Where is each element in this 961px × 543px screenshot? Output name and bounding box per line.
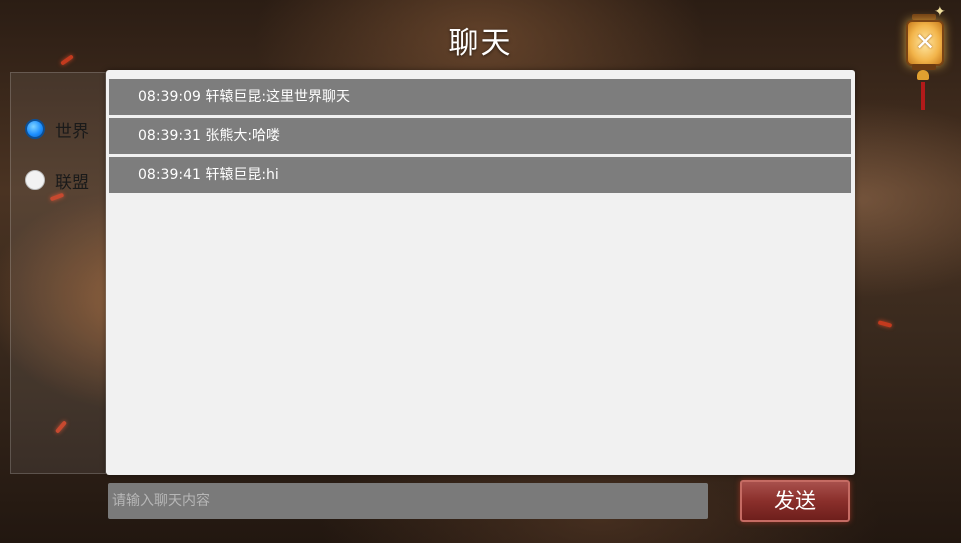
lantern-close-icon: ✕ <box>906 20 944 66</box>
tab-world[interactable]: 世界 <box>25 116 89 142</box>
chat-input[interactable] <box>108 483 708 519</box>
radio-unselected-icon <box>25 170 45 190</box>
channel-tabs: 世界 联盟 <box>10 72 106 474</box>
radio-selected-icon <box>25 119 45 139</box>
chat-message-list[interactable]: 08:39:09 轩辕巨昆:这里世界聊天 08:39:31 张熊大:哈喽 08:… <box>106 70 855 475</box>
tab-label: 世界 <box>55 121 89 142</box>
ember-decoration <box>877 320 893 328</box>
send-button[interactable]: 发送 <box>740 480 850 522</box>
tab-label: 联盟 <box>55 172 89 193</box>
chat-window: 聊天 ✦ ✕ 世界 联盟 08:39:09 轩辕巨昆:这里世界聊天 08:39:… <box>0 0 961 543</box>
page-title: 聊天 <box>448 26 513 61</box>
chat-message: 08:39:41 轩辕巨昆:hi <box>109 157 851 193</box>
tab-alliance[interactable]: 联盟 <box>25 167 89 193</box>
chat-message: 08:39:31 张熊大:哈喽 <box>109 118 851 154</box>
tassel-decoration <box>921 82 925 110</box>
close-icon: ✕ <box>914 28 936 56</box>
bell-icon <box>917 70 929 80</box>
close-button[interactable]: ✦ ✕ <box>900 4 948 112</box>
chat-message: 08:39:09 轩辕巨昆:这里世界聊天 <box>109 79 851 115</box>
